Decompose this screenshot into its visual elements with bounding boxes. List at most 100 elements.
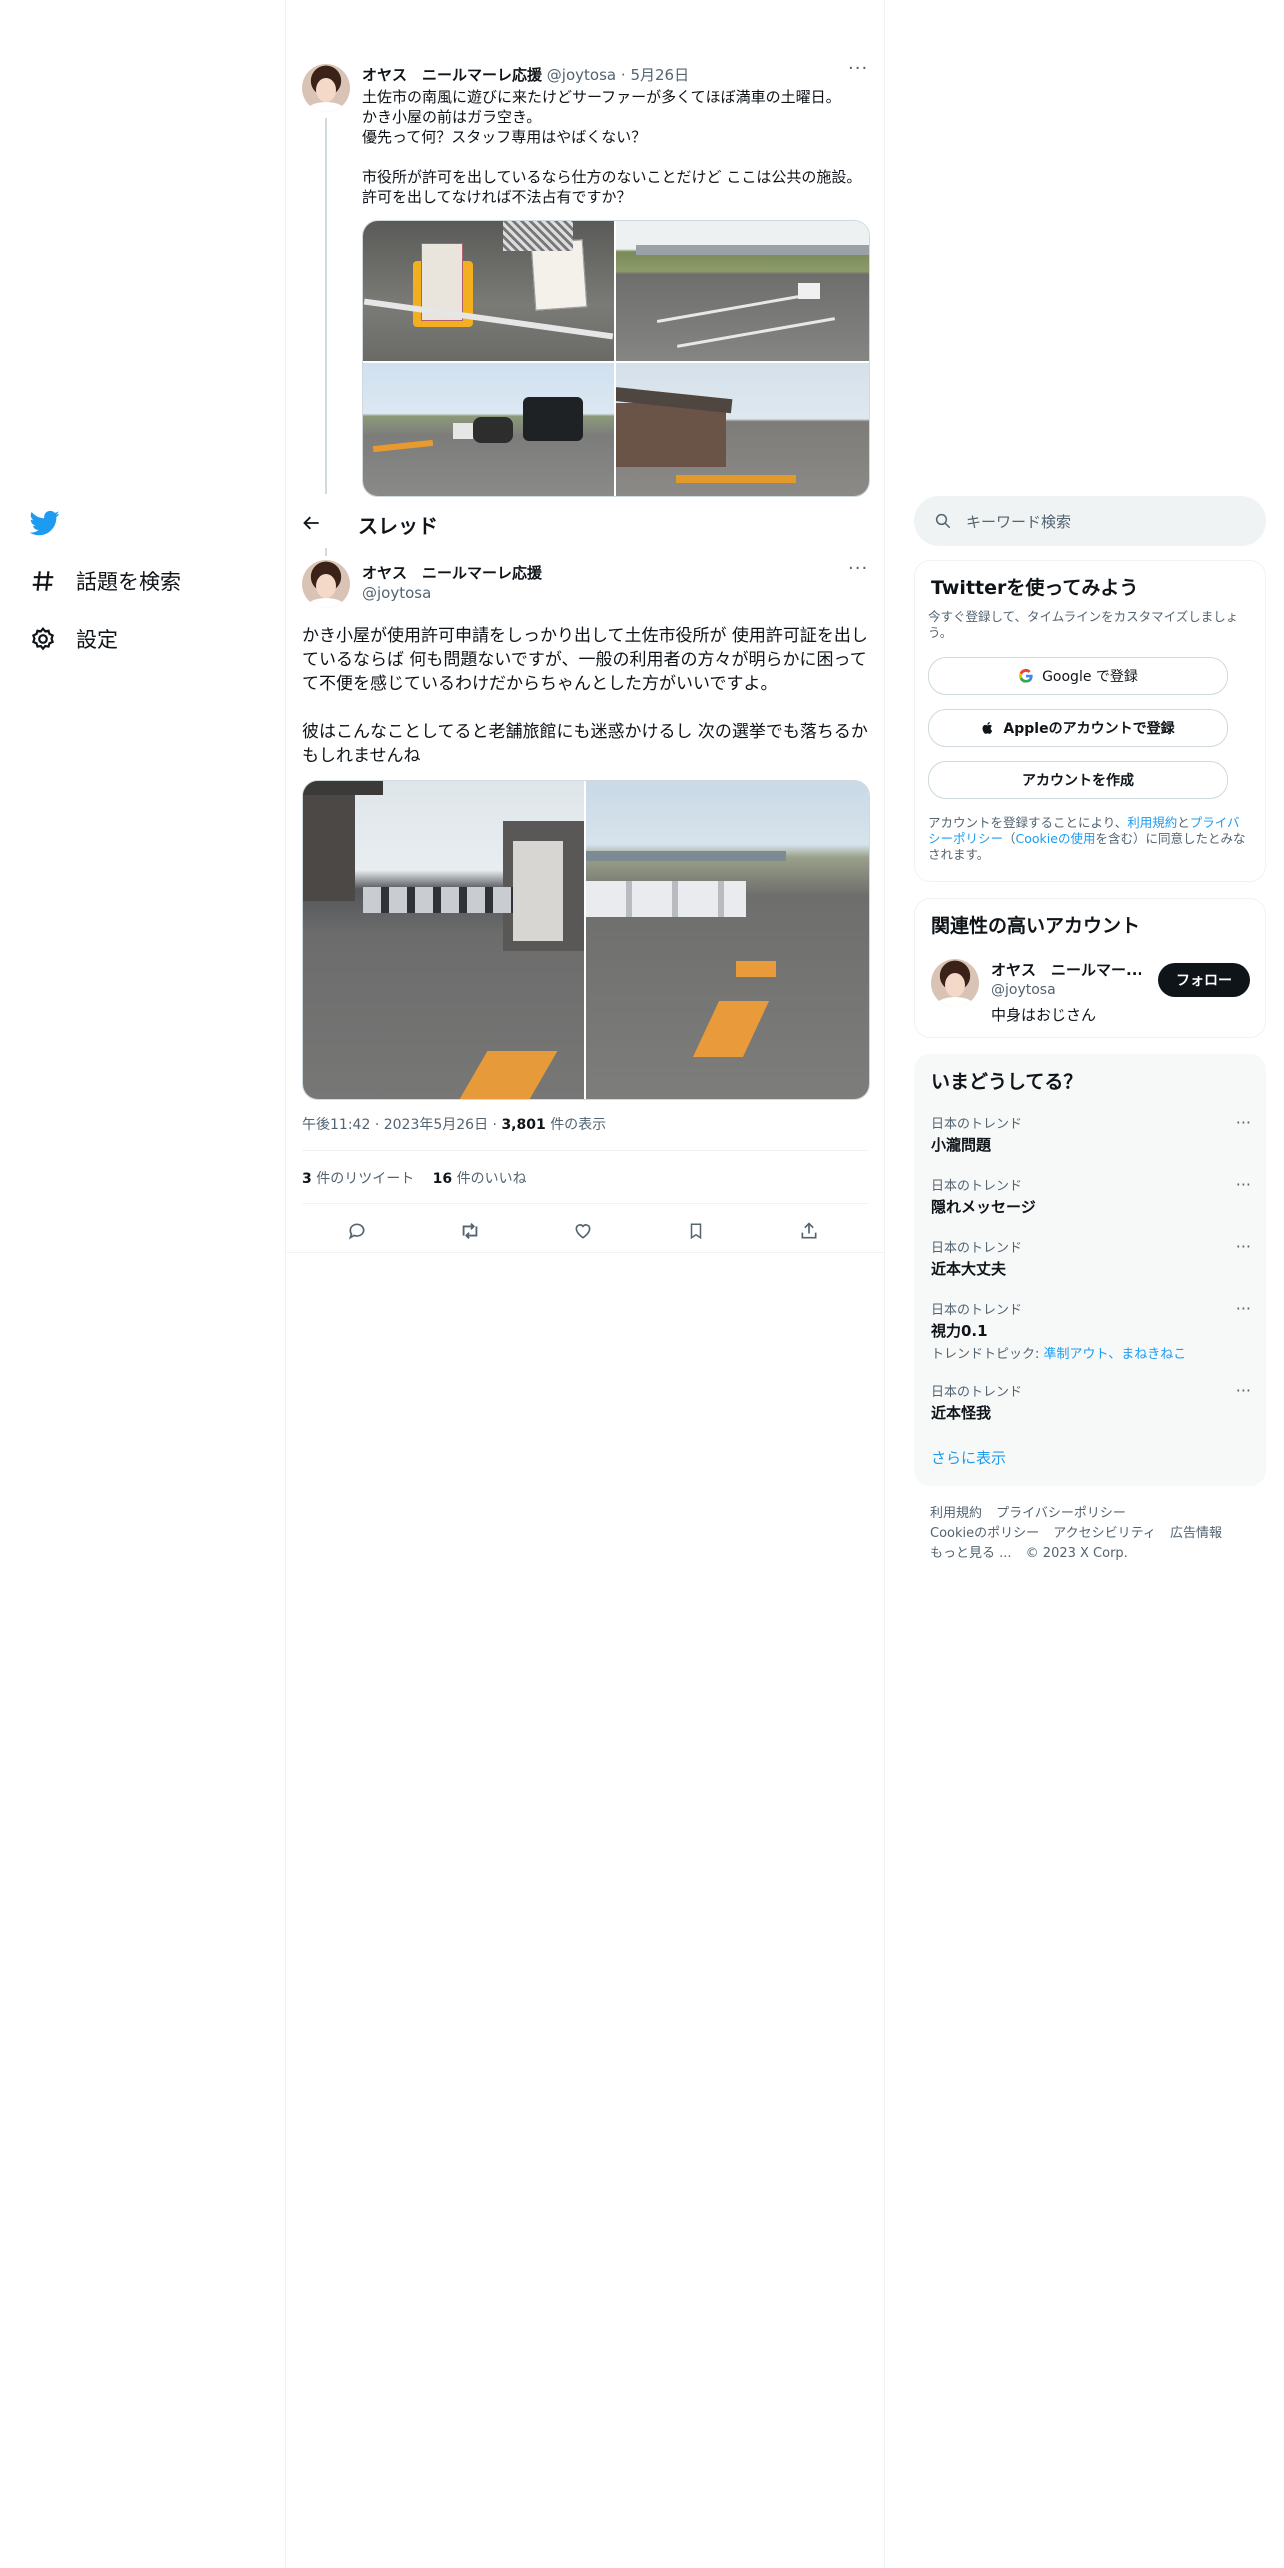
- reply-icon[interactable]: [344, 1218, 370, 1244]
- tweet-text: 土佐市の南風に遊びに来たけどサーファーが多くてほぼ満車の土曜日。 かき小屋の前は…: [362, 88, 862, 206]
- photo[interactable]: [363, 221, 614, 361]
- back-arrow-icon[interactable]: [298, 509, 326, 537]
- nav-explore-label: 話題を検索: [76, 570, 181, 594]
- trend-title: 近本怪我: [931, 1404, 992, 1422]
- signup-legal: アカウントを登録することにより、利用規約とプライバシーポリシー（Cookieの使…: [928, 815, 1246, 862]
- related-accounts-card: 関連性の高いアカウント オヤス ニールマー... @joytosa 中身はおじさ…: [914, 898, 1266, 1038]
- search-icon: [934, 512, 952, 530]
- trend-item[interactable]: 日本のトレンド 近本大丈夫 ···: [931, 1237, 1251, 1279]
- trend-topics: トレンドトピック: 凖制アウト、まねきねこ: [931, 1347, 1187, 1362]
- page-title: スレッド: [358, 514, 438, 538]
- footer-privacy-link[interactable]: プライバシーポリシー: [996, 1506, 1126, 1521]
- related-account-name[interactable]: オヤス ニールマー...: [991, 959, 1141, 980]
- retweet-icon[interactable]: [457, 1218, 483, 1244]
- nav-settings-label: 設定: [76, 628, 118, 652]
- trend-title: 近本大丈夫: [931, 1260, 1007, 1278]
- google-icon: [1018, 668, 1034, 684]
- author-handle[interactable]: @joytosa: [362, 584, 542, 602]
- photo[interactable]: [363, 363, 614, 496]
- footer-ads-link[interactable]: 広告情報: [1170, 1526, 1222, 1541]
- related-account-handle[interactable]: @joytosa: [991, 982, 1141, 998]
- footer-row: Cookieのポリシー アクセシビリティ 広告情報: [930, 1522, 1222, 1541]
- share-icon[interactable]: [796, 1218, 822, 1244]
- trend-title: 視力0.1: [931, 1322, 988, 1340]
- more-icon[interactable]: ···: [848, 558, 868, 579]
- footer-row: もっと見る ... © 2023 X Corp.: [930, 1542, 1128, 1561]
- author-name[interactable]: オヤス ニールマーレ応援: [362, 562, 542, 583]
- tweet-time[interactable]: 午後11:42: [302, 1117, 370, 1133]
- avatar[interactable]: [931, 959, 979, 1007]
- tweet-text: かき小屋が使用許可申請をしっかり出して土佐市役所が 使用許可証を出しているならば…: [302, 626, 868, 766]
- author-handle[interactable]: @joytosa: [547, 66, 616, 84]
- avatar[interactable]: [302, 64, 350, 112]
- more-icon[interactable]: ···: [1236, 1381, 1251, 1400]
- left-nav: 話題を検索 設定: [0, 0, 285, 2568]
- tweet-date[interactable]: 2023年5月26日: [384, 1117, 488, 1133]
- photo[interactable]: [303, 781, 584, 1099]
- related-account-bio: 中身はおじさん: [991, 1006, 1097, 1024]
- show-more-link[interactable]: さらに表示: [931, 1447, 1006, 1468]
- nav-explore[interactable]: 話題を検索: [28, 566, 181, 596]
- signup-subtitle: 今すぐ登録して、タイムラインをカスタマイズしましょう。: [928, 609, 1239, 640]
- trend-item[interactable]: 日本のトレンド 近本怪我 ···: [931, 1381, 1251, 1423]
- thread-connector: [325, 118, 327, 494]
- apple-signup-button[interactable]: Appleのアカウントで登録: [928, 709, 1228, 747]
- media-grid[interactable]: [302, 780, 870, 1100]
- trend-title: 小瀧問題: [931, 1136, 992, 1154]
- separator-dot: ·: [620, 66, 626, 84]
- views-label: 件の表示: [550, 1117, 607, 1133]
- likes-stat[interactable]: 16 件のいいね: [433, 1171, 527, 1187]
- more-icon[interactable]: ···: [1236, 1175, 1251, 1194]
- related-title: 関連性の高いアカウント: [931, 915, 1141, 937]
- more-icon[interactable]: ···: [1236, 1113, 1251, 1132]
- nav-settings[interactable]: 設定: [28, 624, 118, 654]
- hashtag-icon: [28, 566, 58, 596]
- avatar[interactable]: [302, 560, 350, 608]
- footer-terms-link[interactable]: 利用規約: [930, 1506, 982, 1521]
- trend-item[interactable]: 日本のトレンド 小瀧問題 ···: [931, 1113, 1251, 1155]
- search-input[interactable]: キーワード検索: [966, 511, 1071, 532]
- trend-title: 隠れメッセージ: [931, 1198, 1036, 1216]
- thread-header: スレッド: [286, 498, 884, 548]
- author-name[interactable]: オヤス ニールマーレ応援: [362, 66, 542, 84]
- twitter-logo-icon[interactable]: [28, 508, 62, 538]
- gear-icon: [28, 624, 58, 654]
- footer-cookie-link[interactable]: Cookieのポリシー: [930, 1526, 1039, 1541]
- divider: [884, 0, 885, 2568]
- more-icon[interactable]: ···: [1236, 1299, 1251, 1318]
- terms-link[interactable]: 利用規約: [1127, 815, 1177, 830]
- tweet-meta: 午後11:42 · 2023年5月26日 · 3,801 件の表示: [302, 1117, 607, 1133]
- bookmark-icon[interactable]: [683, 1218, 709, 1244]
- retweets-stat[interactable]: 3 件のリツイート: [302, 1171, 414, 1187]
- follow-button[interactable]: フォロー: [1158, 963, 1250, 997]
- signup-title: Twitterを使ってみよう: [931, 577, 1139, 599]
- google-signup-button[interactable]: Google で登録: [928, 657, 1228, 695]
- like-icon[interactable]: [570, 1218, 596, 1244]
- thread-column: オヤス ニールマーレ応援 @joytosa · 5月26日 ··· 土佐市の南風…: [286, 0, 884, 2568]
- views-count: 3,801: [501, 1117, 546, 1133]
- thread-connector: [325, 548, 327, 556]
- engagement-stats: 3 件のリツイート 16 件のいいね: [302, 1168, 527, 1188]
- more-icon[interactable]: ···: [848, 58, 868, 79]
- media-grid[interactable]: [362, 220, 870, 497]
- footer-more-link[interactable]: もっと見る ...: [930, 1546, 1012, 1561]
- trends-card: いまどうしてる？ 日本のトレンド 小瀧問題 ··· 日本のトレンド 隠れメッセー…: [914, 1054, 1266, 1486]
- search-bar[interactable]: キーワード検索: [914, 496, 1266, 546]
- footer-accessibility-link[interactable]: アクセシビリティ: [1053, 1526, 1156, 1541]
- trend-item[interactable]: 日本のトレンド 視力0.1 トレンドトピック: 凖制アウト、まねきねこ ···: [931, 1299, 1251, 1362]
- trends-title: いまどうしてる？: [931, 1071, 1083, 1093]
- apple-icon: [981, 720, 995, 736]
- footer-row: 利用規約 プライバシーポリシー: [930, 1502, 1126, 1521]
- photo[interactable]: [616, 221, 869, 361]
- photo[interactable]: [586, 781, 869, 1099]
- divider: [286, 1252, 884, 1253]
- create-account-button[interactable]: アカウントを作成: [928, 761, 1228, 799]
- footer-copyright: © 2023 X Corp.: [1025, 1546, 1128, 1561]
- trend-item[interactable]: 日本のトレンド 隠れメッセージ ···: [931, 1175, 1251, 1217]
- signup-card: Twitterを使ってみよう 今すぐ登録して、タイムラインをカスタマイズしましょ…: [914, 560, 1266, 882]
- divider: [302, 1150, 868, 1151]
- cookie-link[interactable]: Cookieの使用: [1016, 831, 1096, 846]
- photo[interactable]: [616, 363, 869, 496]
- more-icon[interactable]: ···: [1236, 1237, 1251, 1256]
- tweet-date[interactable]: 5月26日: [630, 66, 689, 84]
